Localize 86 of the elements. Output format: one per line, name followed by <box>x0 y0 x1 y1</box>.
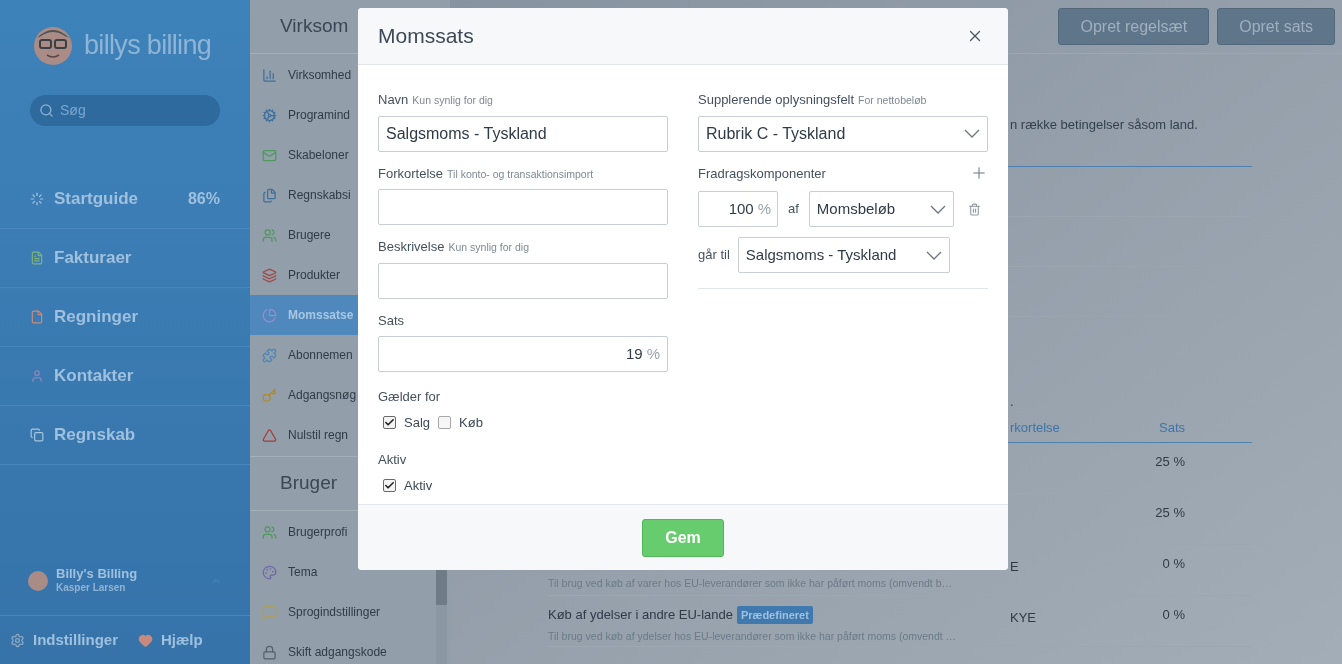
field-label: Sats <box>378 311 404 330</box>
section-title: Virksom <box>280 14 349 39</box>
gear-icon <box>10 632 25 648</box>
warning-triangle-icon <box>262 427 277 443</box>
checkbox[interactable] <box>383 416 396 430</box>
checkbox-label: Køb <box>459 414 483 432</box>
rate-cell-text: 25 % <box>1154 453 1185 471</box>
dropdown[interactable]: Momsbeløb <box>808 191 954 227</box>
person-icon <box>30 369 44 383</box>
abbreviation-cell: KYE <box>1010 610 1036 625</box>
intro-text: n række betingelser såsom land. <box>1010 115 1198 134</box>
puzzle-icon <box>262 347 277 363</box>
search-icon <box>39 103 54 118</box>
settings-nav-item[interactable]: Sprogindstillinger <box>250 592 450 632</box>
heart-icon <box>138 632 153 648</box>
document-icon <box>30 310 44 324</box>
toolbar-button[interactable]: Opret regelsæt <box>1058 8 1210 45</box>
field-label: Beskrivelse <box>378 238 445 256</box>
company-name: Billy's Billing <box>56 567 139 581</box>
field-label: Forkortelse <box>378 164 444 183</box>
progress-percent: 86% <box>187 189 220 209</box>
checkbox[interactable] <box>383 478 396 492</box>
rate-cell-text: 0 % <box>1161 606 1185 624</box>
delete-button[interactable] <box>967 202 981 216</box>
percent-field[interactable]: 100 % <box>698 191 778 227</box>
rate-cell-text: 25 % <box>1154 504 1185 522</box>
toolbar-button[interactable]: Opret sats <box>1217 8 1335 45</box>
envelope-icon <box>262 147 277 163</box>
search-placeholder: Søg <box>60 101 86 120</box>
rate-name: Køb af ydelser i andre EU-lande <box>548 606 733 624</box>
lock-icon <box>262 644 277 660</box>
user-name: Kasper Larsen <box>56 581 127 595</box>
chevron-down-icon <box>929 204 946 214</box>
rate-cell-text: 0 % <box>1161 555 1185 573</box>
gear-icon <box>262 107 277 123</box>
text-field[interactable] <box>378 189 668 225</box>
dropdown[interactable]: Salgsmoms - Tyskland <box>737 237 950 273</box>
spinner-icon <box>30 192 44 206</box>
text-field[interactable] <box>378 262 668 299</box>
logo-text: billys billing <box>84 28 212 62</box>
field-label: Supplerende oplysningsfelt <box>698 91 855 109</box>
speech-bubble-icon <box>262 604 277 620</box>
percent-unit: % <box>646 343 660 364</box>
files-icon <box>262 187 277 203</box>
dropdown[interactable]: Rubrik C - Tyskland <box>698 115 988 152</box>
pie-chart-icon <box>262 307 277 323</box>
field-label: Gælder for <box>378 389 441 404</box>
dialog-title: Momssats <box>378 23 474 50</box>
field-hint: For nettobeløb <box>858 93 927 108</box>
people-icon <box>262 524 277 540</box>
field-hint: Kun synlig for dig <box>448 240 529 255</box>
abbreviation-cell: E <box>1010 559 1019 574</box>
percent-unit: % <box>757 198 771 219</box>
checkbox-label: Aktiv <box>404 476 433 495</box>
palette-icon <box>262 564 277 580</box>
column-header: Sats <box>1158 418 1185 437</box>
settings-nav-item[interactable]: Produkter <box>250 255 450 295</box>
document-icon <box>30 251 44 265</box>
settings-nav-item[interactable]: Brugerprofi <box>250 512 450 552</box>
text-field[interactable]: Salgsmoms - Tyskland <box>378 115 668 152</box>
field-label: Fradragskomponenter <box>698 164 826 183</box>
copy-icon <box>30 428 44 442</box>
key-icon <box>262 387 277 403</box>
cartoon-avatar-icon <box>32 24 74 66</box>
rate-field[interactable]: 19 % <box>378 336 668 372</box>
checkbox[interactable] <box>438 416 452 430</box>
chevron-down-icon <box>925 250 942 260</box>
search-field[interactable]: Søg <box>30 95 220 126</box>
column-header: rkortelse <box>1010 418 1061 437</box>
settings-nav-item[interactable]: Skift adgangskode <box>250 632 450 664</box>
footer-link[interactable]: Hjælp <box>138 628 203 652</box>
field-hint: Til konto- og transaktionsimport <box>447 166 594 182</box>
footer-link[interactable]: Indstillinger <box>10 628 118 652</box>
text-fragment: . <box>1010 392 1014 411</box>
field-hint: Kun synlig for dig <box>412 93 493 108</box>
checkbox-label: Salg <box>404 414 431 432</box>
layers-icon <box>262 267 277 283</box>
field-label: Aktiv <box>378 451 407 467</box>
predefined-badge: Prædefineret <box>737 605 813 624</box>
section-title: Bruger <box>280 471 338 496</box>
bar-chart-icon <box>262 67 277 83</box>
of-label: af <box>788 200 799 219</box>
chevron-down-icon <box>964 129 980 138</box>
goes-to-label: går til <box>698 246 730 265</box>
settings-nav-item[interactable]: Tema <box>250 552 450 592</box>
people-icon <box>262 227 277 243</box>
